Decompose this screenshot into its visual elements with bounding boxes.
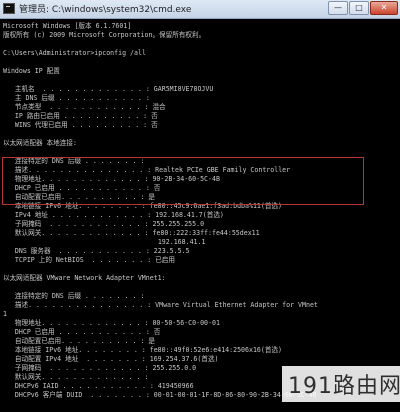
console-line: 默认网关. . . . . . . . . . . . . : fe80::22… xyxy=(3,229,260,237)
console-line: 自动配置已启用. . . . . . . . . . : 是 xyxy=(3,337,155,345)
watermark: 191路由网 xyxy=(282,366,400,402)
console-line: 默认网关. . . . . . . . . . . . . : xyxy=(3,373,149,381)
console-line: 节点类型 . . . . . . . . . . . . : 混合 xyxy=(3,103,166,111)
title-bar[interactable]: 管理员: C:\windows\system32\cmd.exe — □ ✕ xyxy=(0,0,400,19)
console-line: 以太网适配器 本地连接: xyxy=(3,139,77,147)
cmd-icon xyxy=(3,3,15,14)
console-line: Microsoft Windows [版本 6.1.7601] xyxy=(3,22,132,30)
highlight-box-local-connection xyxy=(2,157,364,205)
console-line: 1 xyxy=(3,310,7,318)
console-line: DNS 服务器 . . . . . . . . . . . : 223.5.5.… xyxy=(3,247,190,255)
console-line: TCPIP 上的 NetBIOS . . . . . . . : 已启用 xyxy=(3,256,175,264)
console-line: DHCP 已启用 . . . . . . . . . . . : 否 xyxy=(3,328,161,336)
console-line: 连接特定的 DNS 后缀 . . . . . . . : xyxy=(3,292,145,300)
console-line: C:\Users\Administrator>ipconfig /all xyxy=(3,49,146,57)
console-line: IPv4 地址 . . . . . . . . . . . . : 192.16… xyxy=(3,211,224,219)
console-line: 子网掩码 . . . . . . . . . . . . : 255.255.2… xyxy=(3,220,205,228)
close-button[interactable]: ✕ xyxy=(370,1,398,15)
console-line: Windows IP 配置 xyxy=(3,67,60,75)
console-line: IP 路由已启用 . . . . . . . . . . : 否 xyxy=(3,112,158,120)
minimize-button[interactable]: — xyxy=(328,1,348,15)
console-line: DHCPv6 客户端 DUID . . . . . . . : 00-01-00… xyxy=(3,391,317,399)
window-title: 管理员: C:\windows\system32\cmd.exe xyxy=(19,5,192,15)
console-line: 子网掩码 . . . . . . . . . . . . : 255.255.0… xyxy=(3,364,197,372)
console-line: 自动配置 IPv4 地址 . . . . . . . : 169.254.37.… xyxy=(3,355,219,363)
console-line: DHCPv6 IAID . . . . . . . . . . . : 4194… xyxy=(3,382,194,390)
maximize-button[interactable]: □ xyxy=(349,1,369,15)
console-line: 主机名 . . . . . . . . . . . . . : GAR5MI8V… xyxy=(3,85,214,93)
window-controls: — □ ✕ xyxy=(328,1,398,15)
console-line: 以太网适配器 VMware Network Adapter VMnet1: xyxy=(3,274,166,282)
console-line: 版权所有 (c) 2009 Microsoft Corporation。保留所有… xyxy=(3,31,206,39)
console-line: 192.168.41.1 xyxy=(3,238,206,246)
console-line: WINS 代理已启用 . . . . . . . . . : 否 xyxy=(3,121,158,129)
console-line: 物理地址. . . . . . . . . . . . . : 00-50-56… xyxy=(3,319,220,327)
console-output[interactable]: Microsoft Windows [版本 6.1.7601] 版权所有 (c)… xyxy=(0,19,400,412)
console-line: 本地链接 IPv6 地址. . . . . . . . : fe80::49f0… xyxy=(3,346,283,354)
console-line: 主 DNS 后缀 . . . . . . . . . . . : xyxy=(3,94,150,102)
console-line: 描述. . . . . . . . . . . . . . . : VMware… xyxy=(3,301,318,309)
